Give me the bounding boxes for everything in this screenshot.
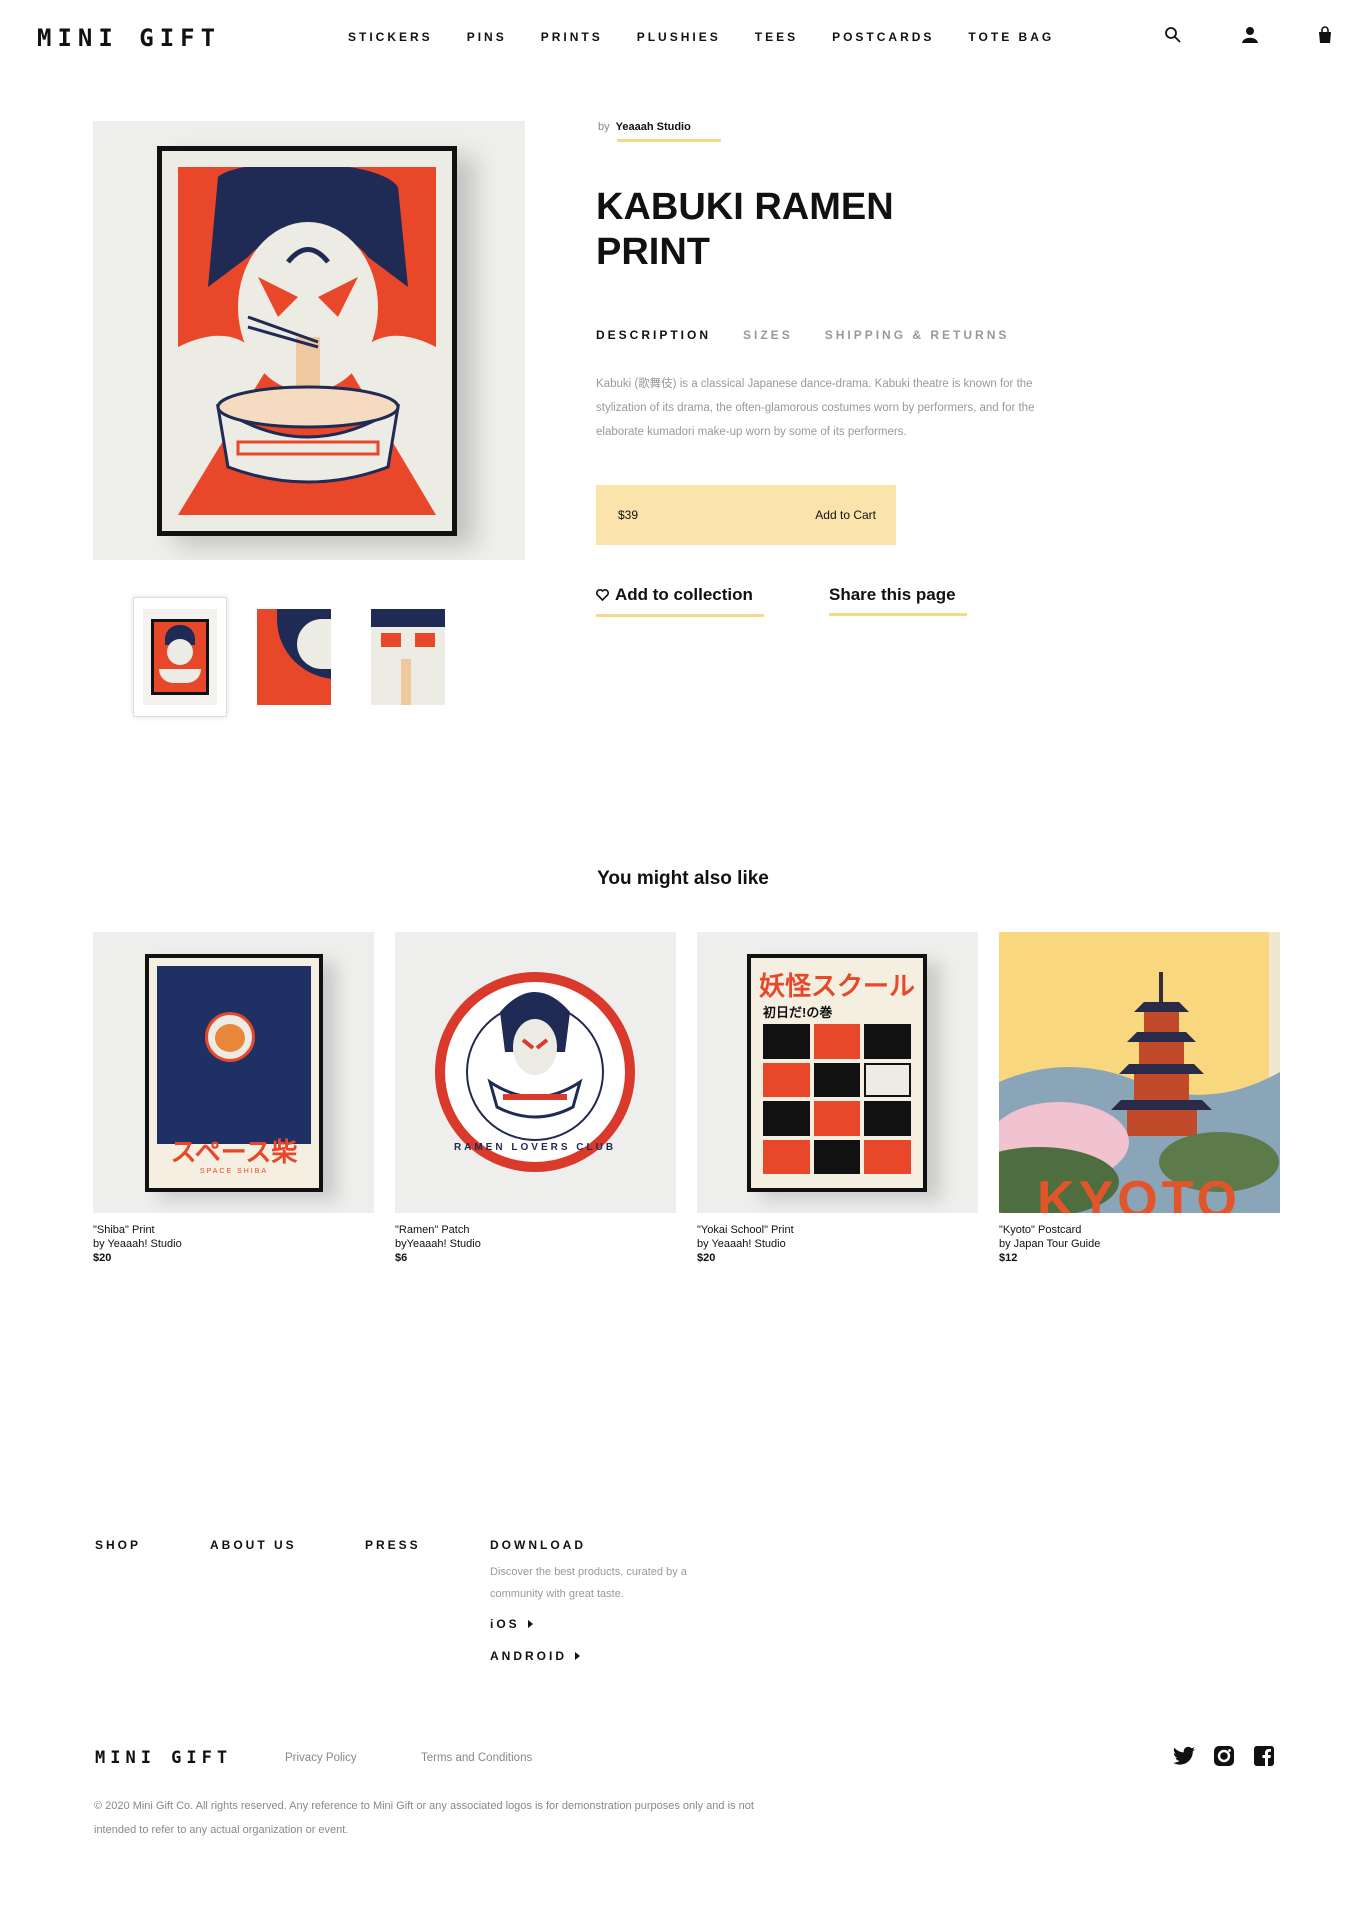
print-frame — [157, 146, 457, 536]
related-by: byYeaaah! Studio — [395, 1238, 481, 1250]
twitter-icon[interactable] — [1172, 1744, 1196, 1768]
nav-pins[interactable]: PINS — [467, 30, 507, 44]
site-header: MINI GIFT STICKERS PINS PRINTS PLUSHIES … — [0, 0, 1366, 74]
tab-description[interactable]: DESCRIPTION — [596, 328, 711, 342]
footer-logo[interactable]: MINI GIFT — [95, 1748, 232, 1768]
nav-plushies[interactable]: PLUSHIES — [637, 30, 721, 44]
download-description: Discover the best products, curated by a… — [490, 1566, 687, 1600]
android-label: ANDROID — [490, 1649, 567, 1663]
nav-tote-bag[interactable]: TOTE BAG — [968, 30, 1054, 44]
product-tabs: DESCRIPTION SIZES SHIPPING & RETURNS — [596, 328, 1041, 342]
product-title: KABUKI RAMEN PRINT — [596, 185, 996, 275]
by-prefix: by — [598, 121, 610, 133]
related-by: by Yeaaah! Studio — [93, 1238, 182, 1250]
arrow-right-icon — [527, 1620, 533, 1628]
title-line-1: KABUKI RAMEN — [596, 186, 894, 228]
thumbnail-2[interactable] — [247, 597, 341, 717]
add-to-collection-button[interactable]: Add to collection — [596, 585, 764, 617]
ramen-art-title: RAMEN LOVERS CLUB — [453, 1142, 617, 1153]
tab-sizes[interactable]: SIZES — [743, 328, 793, 342]
related-by: by Yeaaah! Studio — [697, 1238, 786, 1250]
related-name[interactable]: "Shiba" Print — [93, 1223, 374, 1237]
terms-link[interactable]: Terms and Conditions — [421, 1752, 532, 1764]
facebook-icon[interactable] — [1252, 1744, 1276, 1768]
nav-prints[interactable]: PRINTS — [541, 30, 603, 44]
heart-icon — [596, 586, 609, 606]
title-line-2: PRINT — [596, 231, 710, 273]
thumbnail-strip — [133, 597, 475, 717]
shiba-art-subtitle: SPACE SHIBA — [199, 1168, 269, 1175]
related-by: by Japan Tour Guide — [999, 1238, 1101, 1250]
tab-shipping-returns[interactable]: SHIPPING & RETURNS — [825, 328, 1010, 342]
related-price: $20 — [93, 1252, 112, 1264]
related-name[interactable]: "Kyoto" Postcard — [999, 1223, 1280, 1237]
related-image[interactable]: RAMEN LOVERS CLUB — [395, 932, 676, 1213]
related-heading: You might also like — [597, 868, 769, 889]
thumbnail-1[interactable] — [133, 597, 227, 717]
related-price: $6 — [395, 1252, 408, 1264]
android-link[interactable]: ANDROID — [490, 1649, 580, 1663]
footer-nav-press[interactable]: PRESS — [365, 1538, 421, 1552]
related-card-shiba[interactable]: スペース柴 SPACE SHIBA "Shiba" Print by Yeaaa… — [93, 932, 374, 1265]
search-icon[interactable] — [1164, 26, 1184, 46]
ios-label: iOS — [490, 1617, 520, 1631]
site-logo[interactable]: MINI GIFT — [37, 24, 221, 52]
add-to-collection-label: Add to collection — [615, 585, 753, 604]
related-image[interactable]: KYOTO — [999, 932, 1280, 1213]
yokai-art-title: 妖怪スクール — [758, 971, 915, 1001]
related-price: $20 — [697, 1252, 716, 1264]
product-byline: by Yeaaah Studio — [598, 121, 691, 133]
related-name[interactable]: "Yokai School" Print — [697, 1223, 978, 1237]
add-to-cart-button[interactable]: $39 Add to Cart — [596, 485, 896, 545]
nav-postcards[interactable]: POSTCARDS — [832, 30, 934, 44]
kyoto-art-title: KYOTO — [1037, 1171, 1241, 1213]
shiba-art-title: スペース柴 — [170, 1137, 298, 1167]
bag-icon[interactable] — [1316, 26, 1336, 46]
related-image[interactable]: 妖怪スクール 初日だ!の巻 — [697, 932, 978, 1213]
copyright-text: © 2020 Mini Gift Co. All rights reserved… — [94, 1800, 754, 1836]
user-icon[interactable] — [1241, 26, 1261, 46]
footer-nav-about-us[interactable]: ABOUT US — [210, 1538, 297, 1552]
footer-nav-shop[interactable]: SHOP — [95, 1538, 141, 1552]
related-card-ramen[interactable]: RAMEN LOVERS CLUB "Ramen" Patch byYeaaah… — [395, 932, 676, 1265]
related-card-kyoto[interactable]: KYOTO "Kyoto" Postcard by Japan Tour Gui… — [999, 932, 1280, 1265]
nav-stickers[interactable]: STICKERS — [348, 30, 433, 44]
ios-link[interactable]: iOS — [490, 1617, 533, 1631]
product-main-image — [93, 121, 525, 560]
related-image[interactable]: スペース柴 SPACE SHIBA — [93, 932, 374, 1213]
studio-link[interactable]: Yeaaah Studio — [616, 121, 691, 133]
add-to-cart-label: Add to Cart — [815, 508, 876, 522]
product-description: Kabuki (歌舞伎) is a classical Japanese dan… — [596, 378, 1035, 438]
privacy-policy-link[interactable]: Privacy Policy — [285, 1752, 357, 1764]
yokai-art-subtitle: 初日だ!の巻 — [763, 1005, 833, 1020]
related-name[interactable]: "Ramen" Patch — [395, 1223, 676, 1237]
related-price: $12 — [999, 1252, 1018, 1264]
related-card-yokai[interactable]: 妖怪スクール 初日だ!の巻 "Yokai School" Print by Ye… — [697, 932, 978, 1265]
share-page-button[interactable]: Share this page — [829, 585, 967, 616]
nav-tees[interactable]: TEES — [755, 30, 798, 44]
arrow-right-icon — [575, 1652, 580, 1660]
instagram-icon[interactable] — [1212, 1744, 1236, 1768]
footer-nav-download[interactable]: DOWNLOAD — [490, 1538, 586, 1552]
price: $39 — [618, 508, 639, 522]
studio-underline — [617, 139, 721, 142]
thumbnail-3[interactable] — [361, 597, 455, 717]
main-nav: STICKERS PINS PRINTS PLUSHIES TEES POSTC… — [348, 30, 1088, 44]
